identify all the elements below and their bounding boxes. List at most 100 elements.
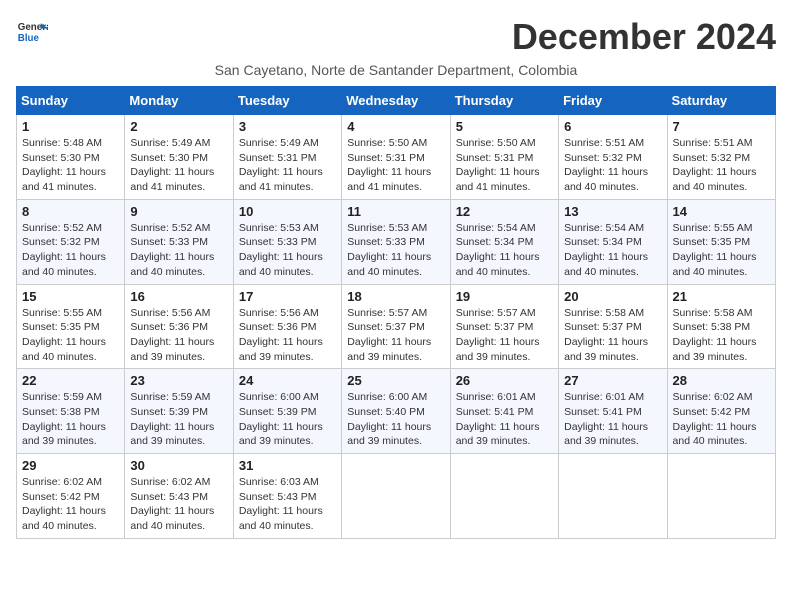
calendar-cell (342, 454, 450, 539)
calendar-header-row: SundayMondayTuesdayWednesdayThursdayFrid… (17, 87, 776, 115)
calendar-cell (559, 454, 667, 539)
day-info: Sunrise: 5:50 AMSunset: 5:31 PMDaylight:… (347, 137, 431, 193)
calendar-cell: 6 Sunrise: 5:51 AMSunset: 5:32 PMDayligh… (559, 115, 667, 200)
day-number: 18 (347, 289, 444, 304)
calendar-cell: 31 Sunrise: 6:03 AMSunset: 5:43 PMDaylig… (233, 454, 341, 539)
calendar-week-2: 8 Sunrise: 5:52 AMSunset: 5:32 PMDayligh… (17, 199, 776, 284)
day-number: 12 (456, 204, 553, 219)
calendar-cell: 24 Sunrise: 6:00 AMSunset: 5:39 PMDaylig… (233, 369, 341, 454)
day-info: Sunrise: 5:53 AMSunset: 5:33 PMDaylight:… (347, 222, 431, 278)
calendar-cell: 23 Sunrise: 5:59 AMSunset: 5:39 PMDaylig… (125, 369, 233, 454)
day-info: Sunrise: 5:56 AMSunset: 5:36 PMDaylight:… (239, 307, 323, 363)
day-number: 4 (347, 119, 444, 134)
calendar-cell: 22 Sunrise: 5:59 AMSunset: 5:38 PMDaylig… (17, 369, 125, 454)
day-info: Sunrise: 5:51 AMSunset: 5:32 PMDaylight:… (673, 137, 757, 193)
page-header: General Blue December 2024 (16, 16, 776, 58)
day-number: 15 (22, 289, 119, 304)
day-number: 21 (673, 289, 770, 304)
day-info: Sunrise: 6:00 AMSunset: 5:39 PMDaylight:… (239, 391, 323, 447)
day-number: 24 (239, 373, 336, 388)
header-tuesday: Tuesday (233, 87, 341, 115)
day-info: Sunrise: 5:50 AMSunset: 5:31 PMDaylight:… (456, 137, 540, 193)
day-info: Sunrise: 6:02 AMSunset: 5:42 PMDaylight:… (673, 391, 757, 447)
calendar-table: SundayMondayTuesdayWednesdayThursdayFrid… (16, 86, 776, 539)
day-info: Sunrise: 5:56 AMSunset: 5:36 PMDaylight:… (130, 307, 214, 363)
month-title: December 2024 (512, 16, 776, 58)
calendar-cell: 15 Sunrise: 5:55 AMSunset: 5:35 PMDaylig… (17, 284, 125, 369)
day-number: 7 (673, 119, 770, 134)
day-info: Sunrise: 5:53 AMSunset: 5:33 PMDaylight:… (239, 222, 323, 278)
day-number: 11 (347, 204, 444, 219)
day-number: 5 (456, 119, 553, 134)
day-number: 9 (130, 204, 227, 219)
day-number: 26 (456, 373, 553, 388)
header-thursday: Thursday (450, 87, 558, 115)
day-number: 31 (239, 458, 336, 473)
location-title: San Cayetano, Norte de Santander Departm… (16, 62, 776, 78)
calendar-cell: 10 Sunrise: 5:53 AMSunset: 5:33 PMDaylig… (233, 199, 341, 284)
day-info: Sunrise: 5:55 AMSunset: 5:35 PMDaylight:… (22, 307, 106, 363)
header-friday: Friday (559, 87, 667, 115)
logo-icon: General Blue (16, 16, 48, 48)
day-number: 13 (564, 204, 661, 219)
calendar-cell: 29 Sunrise: 6:02 AMSunset: 5:42 PMDaylig… (17, 454, 125, 539)
day-number: 16 (130, 289, 227, 304)
calendar-week-3: 15 Sunrise: 5:55 AMSunset: 5:35 PMDaylig… (17, 284, 776, 369)
day-number: 23 (130, 373, 227, 388)
calendar-cell: 5 Sunrise: 5:50 AMSunset: 5:31 PMDayligh… (450, 115, 558, 200)
calendar-cell: 12 Sunrise: 5:54 AMSunset: 5:34 PMDaylig… (450, 199, 558, 284)
day-info: Sunrise: 5:52 AMSunset: 5:32 PMDaylight:… (22, 222, 106, 278)
day-info: Sunrise: 6:00 AMSunset: 5:40 PMDaylight:… (347, 391, 431, 447)
day-info: Sunrise: 5:54 AMSunset: 5:34 PMDaylight:… (564, 222, 648, 278)
day-number: 30 (130, 458, 227, 473)
calendar-cell (450, 454, 558, 539)
calendar-week-4: 22 Sunrise: 5:59 AMSunset: 5:38 PMDaylig… (17, 369, 776, 454)
calendar-cell: 1 Sunrise: 5:48 AMSunset: 5:30 PMDayligh… (17, 115, 125, 200)
day-number: 17 (239, 289, 336, 304)
day-info: Sunrise: 5:59 AMSunset: 5:38 PMDaylight:… (22, 391, 106, 447)
header-sunday: Sunday (17, 87, 125, 115)
header-wednesday: Wednesday (342, 87, 450, 115)
calendar-cell: 21 Sunrise: 5:58 AMSunset: 5:38 PMDaylig… (667, 284, 775, 369)
header-monday: Monday (125, 87, 233, 115)
calendar-cell: 16 Sunrise: 5:56 AMSunset: 5:36 PMDaylig… (125, 284, 233, 369)
day-number: 22 (22, 373, 119, 388)
svg-text:Blue: Blue (18, 33, 40, 44)
day-info: Sunrise: 5:54 AMSunset: 5:34 PMDaylight:… (456, 222, 540, 278)
day-info: Sunrise: 6:03 AMSunset: 5:43 PMDaylight:… (239, 476, 323, 532)
day-number: 8 (22, 204, 119, 219)
calendar-cell: 7 Sunrise: 5:51 AMSunset: 5:32 PMDayligh… (667, 115, 775, 200)
calendar-cell: 9 Sunrise: 5:52 AMSunset: 5:33 PMDayligh… (125, 199, 233, 284)
calendar-cell: 20 Sunrise: 5:58 AMSunset: 5:37 PMDaylig… (559, 284, 667, 369)
calendar-cell: 28 Sunrise: 6:02 AMSunset: 5:42 PMDaylig… (667, 369, 775, 454)
calendar-cell: 11 Sunrise: 5:53 AMSunset: 5:33 PMDaylig… (342, 199, 450, 284)
day-number: 3 (239, 119, 336, 134)
day-info: Sunrise: 5:57 AMSunset: 5:37 PMDaylight:… (456, 307, 540, 363)
day-number: 2 (130, 119, 227, 134)
calendar-cell: 17 Sunrise: 5:56 AMSunset: 5:36 PMDaylig… (233, 284, 341, 369)
calendar-week-5: 29 Sunrise: 6:02 AMSunset: 5:42 PMDaylig… (17, 454, 776, 539)
calendar-cell: 18 Sunrise: 5:57 AMSunset: 5:37 PMDaylig… (342, 284, 450, 369)
day-number: 10 (239, 204, 336, 219)
day-info: Sunrise: 5:59 AMSunset: 5:39 PMDaylight:… (130, 391, 214, 447)
calendar-cell: 26 Sunrise: 6:01 AMSunset: 5:41 PMDaylig… (450, 369, 558, 454)
day-info: Sunrise: 5:49 AMSunset: 5:30 PMDaylight:… (130, 137, 214, 193)
day-info: Sunrise: 5:55 AMSunset: 5:35 PMDaylight:… (673, 222, 757, 278)
day-info: Sunrise: 5:52 AMSunset: 5:33 PMDaylight:… (130, 222, 214, 278)
calendar-cell: 3 Sunrise: 5:49 AMSunset: 5:31 PMDayligh… (233, 115, 341, 200)
calendar-cell: 30 Sunrise: 6:02 AMSunset: 5:43 PMDaylig… (125, 454, 233, 539)
day-info: Sunrise: 5:58 AMSunset: 5:37 PMDaylight:… (564, 307, 648, 363)
day-info: Sunrise: 5:49 AMSunset: 5:31 PMDaylight:… (239, 137, 323, 193)
logo: General Blue (16, 16, 48, 48)
calendar-cell: 19 Sunrise: 5:57 AMSunset: 5:37 PMDaylig… (450, 284, 558, 369)
calendar-cell: 14 Sunrise: 5:55 AMSunset: 5:35 PMDaylig… (667, 199, 775, 284)
calendar-cell: 8 Sunrise: 5:52 AMSunset: 5:32 PMDayligh… (17, 199, 125, 284)
day-number: 28 (673, 373, 770, 388)
day-info: Sunrise: 6:01 AMSunset: 5:41 PMDaylight:… (456, 391, 540, 447)
calendar-cell (667, 454, 775, 539)
day-number: 1 (22, 119, 119, 134)
day-number: 27 (564, 373, 661, 388)
day-info: Sunrise: 6:01 AMSunset: 5:41 PMDaylight:… (564, 391, 648, 447)
day-info: Sunrise: 5:57 AMSunset: 5:37 PMDaylight:… (347, 307, 431, 363)
day-info: Sunrise: 6:02 AMSunset: 5:42 PMDaylight:… (22, 476, 106, 532)
